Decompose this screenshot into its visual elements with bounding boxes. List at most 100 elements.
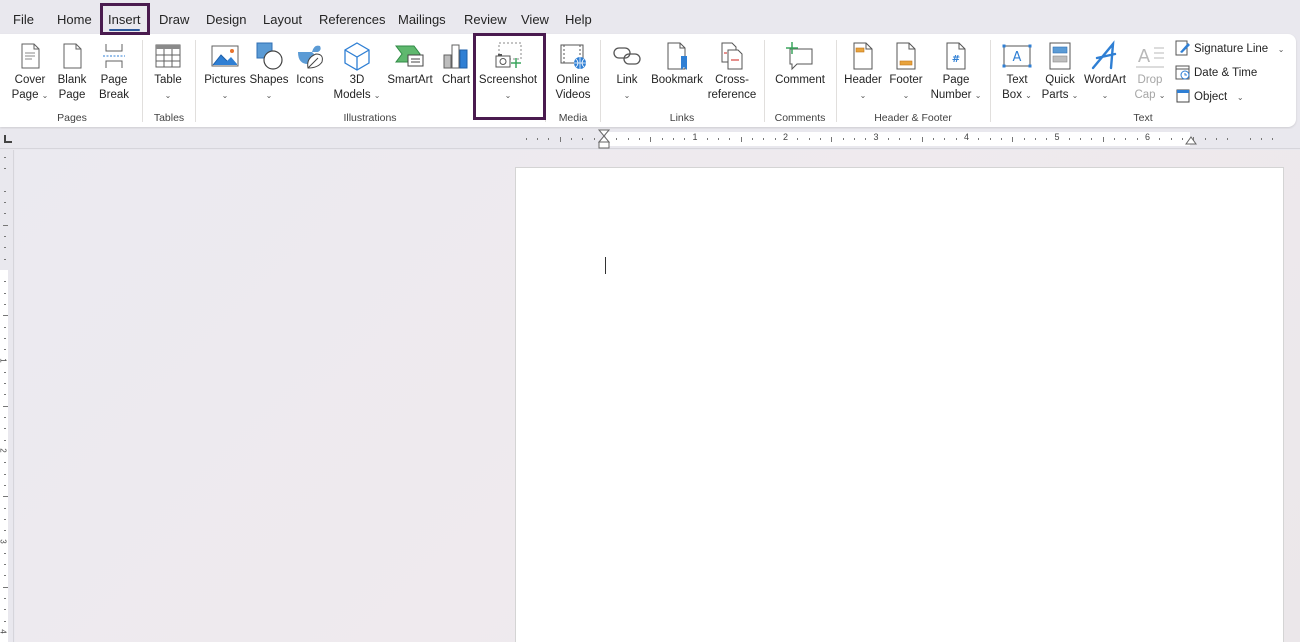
tab-help[interactable]: Help: [565, 10, 592, 30]
table-label: Table: [154, 74, 182, 86]
vertical-ruler-tick: [4, 620, 6, 622]
ruler-tick: [808, 138, 810, 140]
date-time-button[interactable]: Date & Time: [1175, 62, 1257, 84]
chevron-down-icon: ⌄: [1025, 91, 1032, 100]
page-number-icon: #: [946, 42, 966, 70]
right-indent-marker-icon[interactable]: [1185, 135, 1197, 145]
ruler-tick: [1125, 138, 1127, 140]
chevron-down-icon: ⌄: [974, 91, 982, 100]
blank-page-button[interactable]: Blank Page: [52, 34, 92, 110]
ruler-number: 5: [1054, 132, 1060, 142]
horizontal-ruler[interactable]: 1 2 3 4 5 6: [0, 129, 1300, 149]
ribbon-tab-bar: File Home Insert Draw Design Layout Refe…: [0, 0, 1300, 36]
ruler-tick: [627, 138, 629, 140]
cover-page-button[interactable]: Cover Page ⌄: [8, 34, 52, 110]
online-videos-label: Online: [556, 74, 590, 86]
bookmark-icon: [667, 42, 687, 70]
quick-parts-icon: [1049, 42, 1071, 70]
comment-icon: [786, 42, 813, 71]
shapes-button[interactable]: Shapes ⌄: [248, 34, 290, 110]
tab-view[interactable]: View: [521, 10, 549, 30]
tab-insert[interactable]: Insert: [108, 10, 141, 31]
tab-draw[interactable]: Draw: [159, 10, 189, 30]
text-box-button[interactable]: A Text Box ⌄: [996, 34, 1038, 110]
ruler-tick: [1181, 138, 1183, 140]
tab-design[interactable]: Design: [206, 10, 246, 30]
footer-button[interactable]: Footer ⌄: [885, 34, 927, 110]
comment-button[interactable]: Comment: [770, 34, 830, 110]
bookmark-button[interactable]: Bookmark: [648, 34, 706, 110]
tab-references[interactable]: References: [319, 10, 385, 30]
vertical-ruler-tick: [4, 428, 6, 430]
page-number-label: Page: [942, 74, 970, 86]
chevron-down-icon: ⌄: [623, 91, 631, 100]
ruler-tick: [944, 138, 946, 140]
signature-line-button[interactable]: Signature Line ⌄: [1175, 38, 1284, 60]
svg-text:A: A: [1013, 50, 1022, 65]
ruler-tick: [1215, 138, 1217, 140]
object-button[interactable]: Object ⌄: [1175, 86, 1244, 108]
chevron-down-icon: ⌄: [164, 91, 172, 100]
text-box-label: Text: [1006, 74, 1028, 86]
group-divider: [545, 40, 546, 122]
svg-text:#: #: [952, 54, 960, 65]
group-label-illustrations: Illustrations: [343, 112, 397, 124]
smartart-label: SmartArt: [387, 74, 433, 86]
group-divider: [764, 40, 765, 122]
page-number-label-2: Number: [930, 89, 972, 101]
ruler-number: 6: [1145, 132, 1151, 142]
svg-text:A: A: [1138, 46, 1151, 67]
tab-mailings[interactable]: Mailings: [398, 10, 446, 30]
comment-label: Comment: [775, 74, 825, 86]
page-number-button[interactable]: # Page Number ⌄: [928, 34, 984, 110]
drop-cap-label: Drop: [1137, 74, 1163, 86]
vertical-ruler-tick: [2, 315, 8, 317]
group-label-links: Links: [669, 112, 695, 124]
vertical-ruler[interactable]: 1 2 3 4: [0, 150, 14, 642]
smartart-button[interactable]: SmartArt: [385, 34, 435, 110]
chevron-down-icon: ⌄: [1277, 45, 1285, 54]
drop-cap-button[interactable]: A Drop Cap ⌄: [1131, 34, 1169, 110]
wordart-button[interactable]: WordArt ⌄: [1080, 34, 1130, 110]
table-button[interactable]: Table ⌄: [148, 34, 188, 110]
tab-stop-selector-icon[interactable]: [2, 133, 14, 145]
vertical-ruler-tick: [4, 609, 6, 611]
ruler-tick: [593, 138, 595, 140]
ruler-tick: [582, 138, 584, 140]
page-break-button[interactable]: Page Break: [94, 34, 134, 110]
screenshot-button[interactable]: Screenshot ⌄: [477, 34, 539, 110]
quick-parts-button[interactable]: Quick Parts ⌄: [1039, 34, 1081, 110]
vertical-ruler-tick: [4, 349, 6, 351]
vertical-ruler-tick: [4, 473, 6, 475]
pictures-button[interactable]: Pictures ⌄: [203, 34, 247, 110]
icons-button[interactable]: Icons: [292, 34, 328, 110]
link-button[interactable]: Link ⌄: [608, 34, 646, 110]
cross-reference-button[interactable]: Cross-reference: [707, 34, 757, 110]
chevron-down-icon: ⌄: [1158, 91, 1166, 100]
tab-review[interactable]: Review: [464, 10, 507, 30]
pictures-icon: [211, 45, 239, 67]
vertical-ruler-tick: [4, 564, 6, 566]
tab-file[interactable]: File: [13, 10, 34, 30]
wordart-icon: [1091, 40, 1117, 70]
ruler-tick: [1068, 138, 1070, 140]
chart-button[interactable]: Chart: [438, 34, 474, 110]
indent-marker-icon[interactable]: [598, 129, 610, 149]
ruler-tick: [571, 138, 573, 140]
pictures-label: Pictures: [204, 74, 246, 86]
link-icon: [613, 47, 641, 65]
chevron-down-icon: ⌄: [902, 91, 910, 100]
online-videos-button[interactable]: Online Videos: [550, 34, 596, 110]
vertical-ruler-tick: [4, 190, 6, 192]
vertical-ruler-number: 2: [0, 448, 8, 452]
document-page[interactable]: [515, 167, 1284, 642]
3d-models-button[interactable]: 3D Models ⌄: [333, 34, 381, 110]
tab-layout[interactable]: Layout: [263, 10, 302, 30]
ruler-tick: [548, 138, 550, 140]
chevron-down-icon: ⌄: [221, 91, 229, 100]
ruler-tick: [921, 136, 923, 142]
ruler-number: 4: [964, 132, 970, 142]
ruler-tick: [1261, 138, 1263, 140]
header-button[interactable]: Header ⌄: [842, 34, 884, 110]
tab-home[interactable]: Home: [57, 10, 92, 30]
